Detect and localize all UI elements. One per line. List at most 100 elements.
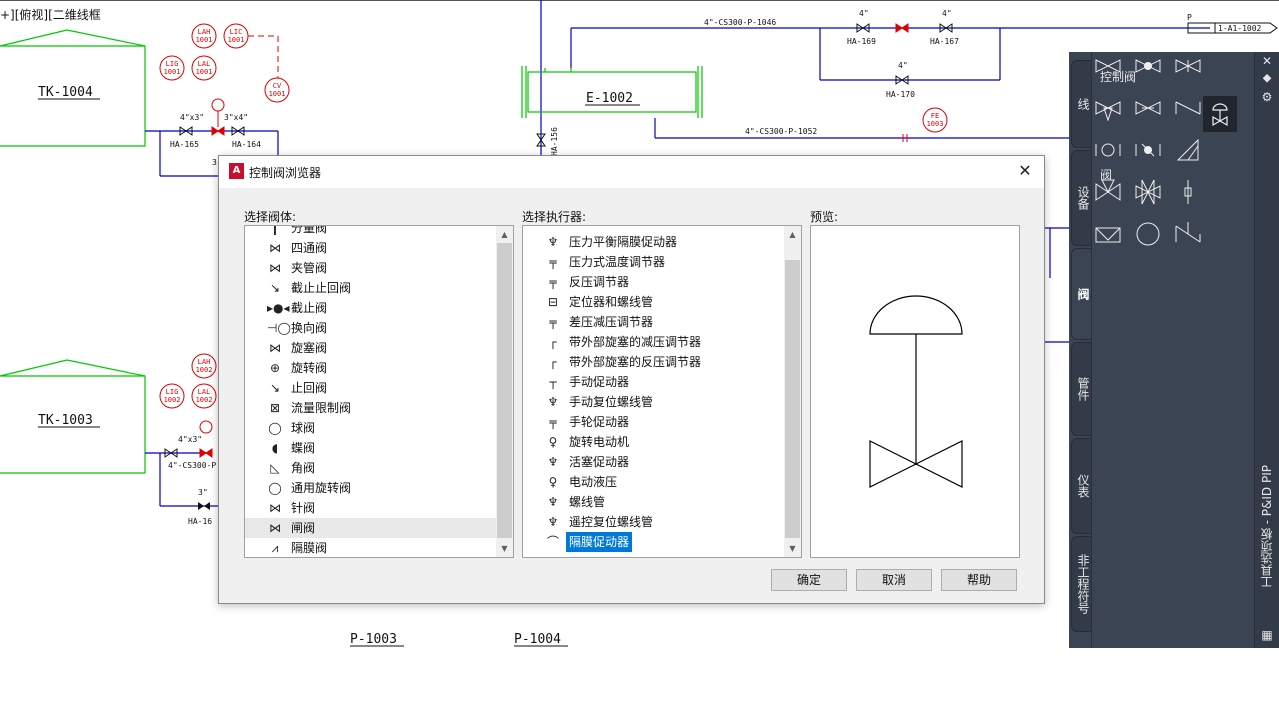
valve-body-item[interactable]: ⋈ 闸阀 [245, 518, 496, 538]
valve-body-label: 截止阀 [291, 301, 328, 315]
tank-label: TK-1003 [38, 413, 93, 428]
actuator-item[interactable]: ♆ 遥控复位螺线管 [523, 512, 784, 532]
settings-icon[interactable]: ⚙ [1259, 90, 1275, 104]
gate-valve-alt-icon[interactable] [1172, 52, 1204, 80]
valve-body-item[interactable]: ↘ 止回阀 [245, 378, 496, 398]
actuator-item[interactable]: ┌ 带外部旋塞的减压调节器 [523, 332, 784, 352]
four-way-valve-icon[interactable] [1092, 178, 1124, 206]
angle-valve-icon[interactable] [1172, 136, 1204, 164]
butterfly-valve-icon[interactable] [1132, 136, 1164, 164]
valve-body-item[interactable]: ↘ 截止止回阀 [245, 278, 496, 298]
svg-text:LIG: LIG [166, 388, 179, 396]
svg-text:FE: FE [931, 112, 939, 120]
actuator-label: 电动液压 [569, 475, 618, 489]
actuator-item[interactable]: ⌒ 隔膜促动器 [523, 532, 784, 552]
valve-body-item[interactable]: ⋈ 针阀 [245, 498, 496, 518]
check-valve-alt-icon[interactable] [1172, 220, 1204, 248]
svg-text:LAL: LAL [198, 60, 211, 68]
valve-body-item[interactable]: ◯ 通用旋转阀 [245, 478, 496, 498]
control-valve-tool[interactable] [1203, 96, 1237, 132]
svg-text:HA-156: HA-156 [550, 127, 559, 156]
actuator-item[interactable]: ┬ 手动促动器 [523, 372, 784, 392]
valve-body-item[interactable]: ⊠ 流量限制阀 [245, 398, 496, 418]
actuator-list-scrollbar[interactable]: ▲ ▼ [784, 226, 801, 557]
dialog-titlebar[interactable]: A 控制阀浏览器 ✕ [219, 156, 1044, 188]
actuator-item[interactable]: ╤ 差压减压调节器 [523, 312, 784, 332]
four-way-valve-alt-icon[interactable] [1132, 178, 1164, 206]
actuator-item[interactable]: ╤ 反压调节器 [523, 272, 784, 292]
close-icon[interactable]: ✕ [1259, 54, 1275, 68]
rotary-valve-icon[interactable] [1132, 220, 1164, 248]
svg-text:HA-167: HA-167 [930, 37, 959, 46]
actuator-item[interactable]: ┌ 带外部旋塞的反压调节器 [523, 352, 784, 372]
valve-body-item[interactable]: ◖ 蝶阀 [245, 438, 496, 458]
actuator-label: 带外部旋塞的反压调节器 [569, 355, 702, 369]
valve-body-item[interactable]: ⋈ 夹管阀 [245, 258, 496, 278]
body-list-scrollbar[interactable]: ▲ ▼ [496, 226, 513, 557]
control-valve-browser-dialog: A 控制阀浏览器 ✕ 选择阀体: 选择执行器: 预览: ┃ 分量阀 ⋈ 四通阀 ⋈ 夹管阀… [218, 155, 1045, 604]
actuator-symbol-icon: ♀ [548, 435, 558, 449]
valve-body-label: 隔膜阀 [291, 541, 328, 555]
valve-body-item[interactable]: ⊕ 旋转阀 [245, 358, 496, 378]
scroll-down-icon[interactable]: ▼ [784, 540, 801, 557]
actuator-label: 压力式温度调节器 [569, 255, 666, 269]
three-way-valve-icon[interactable] [1092, 94, 1124, 122]
valve-symbol-icon: ⋈ [269, 341, 281, 355]
actuator-label: 选择执行器: [522, 210, 587, 224]
scroll-thumb[interactable] [497, 243, 512, 538]
help-button[interactable]: 帮助 [941, 569, 1017, 591]
valve-preview [810, 225, 1020, 558]
valve-body-item[interactable]: ⊣◯ 换向阀 [245, 318, 496, 338]
cancel-button[interactable]: 取消 [856, 569, 932, 591]
scroll-down-icon[interactable]: ▼ [496, 540, 513, 557]
svg-text:P-1004: P-1004 [514, 632, 561, 647]
actuator-item[interactable]: ♆ 螺线管 [523, 492, 784, 512]
svg-text:4": 4" [942, 9, 952, 18]
valve-body-item[interactable]: ◺ 角阀 [245, 458, 496, 478]
valve-symbol-icon: ◯ [268, 481, 282, 495]
close-icon[interactable]: ✕ [1014, 160, 1036, 182]
actuator-item[interactable]: ♀ 旋转电动机 [523, 432, 784, 452]
valve-body-item[interactable]: ◯ 球阀 [245, 418, 496, 438]
actuator-label: 旋转电动机 [569, 435, 630, 449]
actuator-item[interactable]: ♀ 电动液压 [523, 472, 784, 492]
diaphragm-valve-icon[interactable] [1092, 220, 1124, 248]
properties-icon[interactable]: ▦ [1259, 628, 1275, 642]
gate-valve-icon[interactable] [1092, 52, 1124, 80]
svg-text:HA-165: HA-165 [170, 140, 199, 149]
pin-icon[interactable]: ⯁ [1259, 72, 1275, 87]
palette-title-strip[interactable]: ✕ ⯁ ⚙ 工具选项板 - P&ID PIP ▦ [1254, 52, 1279, 648]
actuator-item[interactable]: ⊟ 定位器和螺线管 [523, 292, 784, 312]
valve-body-item[interactable]: ⩘ 隔膜阀 [245, 538, 496, 557]
valve-body-list[interactable]: ┃ 分量阀 ⋈ 四通阀 ⋈ 夹管阀 ↘ 截止止回阀 ▸●◂ 截止阀 ⊣◯ 换向阀 ⋈ 旋塞阀 ⊕ 旋转阀 ↘ 止回… [244, 225, 514, 558]
viewport-label[interactable]: +][俯视][二维线框 [0, 6, 101, 23]
valve-body-item[interactable]: ▸●◂ 截止阀 [245, 298, 496, 318]
svg-text:1001: 1001 [228, 36, 245, 44]
ball-valve-icon[interactable] [1092, 136, 1124, 164]
actuator-item[interactable]: ╤ 手轮促动器 [523, 412, 784, 432]
scroll-up-icon[interactable]: ▲ [784, 226, 801, 243]
valve-body-item[interactable]: ⋈ 四通阀 [245, 238, 496, 258]
valve-body-item[interactable]: ⋈ 旋塞阀 [245, 338, 496, 358]
palette-title: 工具选项板 - P&ID PIP [1260, 464, 1274, 588]
valve-body-item[interactable]: ┃ 分量阀 [245, 226, 496, 238]
valve-body-label: 旋转阀 [291, 361, 328, 375]
needle-valve-icon[interactable] [1172, 178, 1204, 206]
actuator-item[interactable]: ♆ 手动复位螺线管 [523, 392, 784, 412]
globe-valve-icon[interactable] [1132, 52, 1164, 80]
actuator-label: 反压调节器 [569, 275, 630, 289]
scroll-thumb[interactable] [785, 260, 800, 538]
actuator-item[interactable]: ╤ 压力式温度调节器 [523, 252, 784, 272]
actuator-item[interactable]: ♆ 压力平衡隔膜促动器 [523, 232, 784, 252]
valve-symbol-icon: ⋈ [269, 521, 281, 535]
actuator-list[interactable]: ♆ 压力平衡隔膜促动器 ╤ 压力式温度调节器 ╤ 反压调节器 ⊟ 定位器和螺线管 ╤ 差压减压调节… [522, 225, 802, 558]
valve-body-label: 换向阀 [291, 321, 328, 335]
svg-text:4": 4" [898, 61, 908, 70]
check-valve-icon[interactable] [1172, 94, 1204, 122]
svg-text:1002: 1002 [164, 396, 181, 404]
ok-button[interactable]: 确定 [771, 569, 847, 591]
actuator-label: 螺线管 [569, 495, 606, 509]
scroll-up-icon[interactable]: ▲ [496, 226, 513, 243]
actuator-item[interactable]: ♆ 活塞促动器 [523, 452, 784, 472]
plug-valve-icon[interactable] [1132, 94, 1164, 122]
